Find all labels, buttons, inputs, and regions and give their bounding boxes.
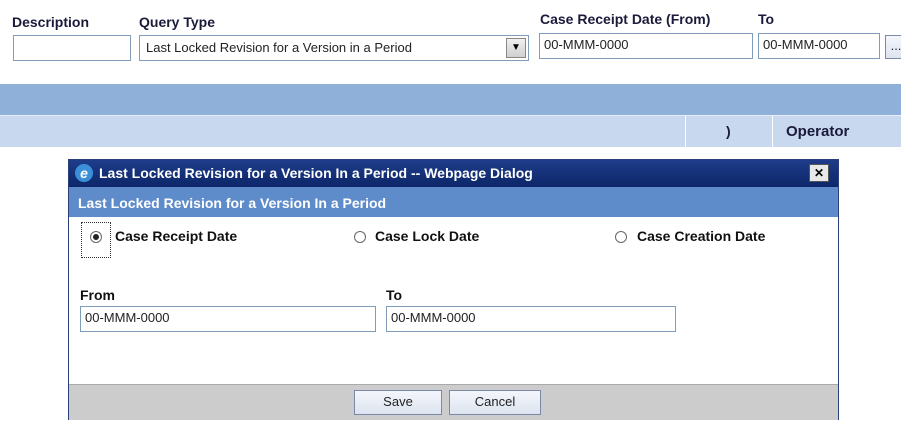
dialog-title: Last Locked Revision for a Version In a … bbox=[99, 165, 533, 181]
grid-header: ) Operator bbox=[0, 115, 901, 147]
dialog-to-input[interactable]: 00-MMM-0000 bbox=[386, 306, 676, 332]
dialog-to-label: To bbox=[386, 287, 403, 303]
radio-selected-icon[interactable] bbox=[90, 231, 102, 243]
date-picker-button[interactable]: ... bbox=[885, 35, 901, 59]
dialog-title-bar: e Last Locked Revision for a Version In … bbox=[69, 160, 838, 187]
dialog-subtitle-bar: Last Locked Revision for a Version In a … bbox=[69, 187, 838, 217]
radio-case-lock-date[interactable] bbox=[354, 231, 366, 243]
ie-logo-icon: e bbox=[75, 164, 93, 182]
radio-label-case-receipt-date: Case Receipt Date bbox=[115, 228, 238, 244]
dialog-subtitle: Last Locked Revision for a Version In a … bbox=[78, 195, 387, 211]
dialog-footer: Save Cancel bbox=[69, 384, 838, 420]
case-receipt-date-from-label: Case Receipt Date (From) bbox=[540, 11, 711, 27]
cancel-button[interactable]: Cancel bbox=[449, 390, 541, 415]
dropdown-arrow-icon[interactable]: ▼ bbox=[506, 38, 526, 58]
case-receipt-date-to-label: To bbox=[758, 11, 775, 27]
save-button[interactable]: Save bbox=[354, 390, 442, 415]
radio-case-creation-date[interactable] bbox=[615, 231, 627, 243]
dialog-from-input[interactable]: 00-MMM-0000 bbox=[80, 306, 376, 332]
query-type-select[interactable]: Last Locked Revision for a Version in a … bbox=[139, 35, 529, 61]
radio-label-case-creation-date: Case Creation Date bbox=[637, 228, 766, 244]
section-band bbox=[0, 84, 901, 115]
dialog-window: e Last Locked Revision for a Version In … bbox=[68, 159, 839, 420]
close-icon[interactable]: ✕ bbox=[809, 164, 829, 182]
case-receipt-date-from-input[interactable]: 00-MMM-0000 bbox=[539, 33, 753, 59]
column-close-paren: ) bbox=[726, 123, 731, 139]
case-receipt-date-to-input[interactable]: 00-MMM-0000 bbox=[758, 33, 880, 59]
description-label: Description bbox=[12, 14, 90, 30]
query-type-label: Query Type bbox=[139, 14, 215, 30]
query-type-value: Last Locked Revision for a Version in a … bbox=[146, 40, 412, 55]
radio-label-case-lock-date: Case Lock Date bbox=[375, 228, 480, 244]
description-input[interactable] bbox=[13, 35, 131, 61]
radio-case-receipt-date[interactable] bbox=[90, 231, 102, 243]
dialog-from-label: From bbox=[80, 287, 115, 303]
column-operator: Operator bbox=[786, 123, 850, 140]
